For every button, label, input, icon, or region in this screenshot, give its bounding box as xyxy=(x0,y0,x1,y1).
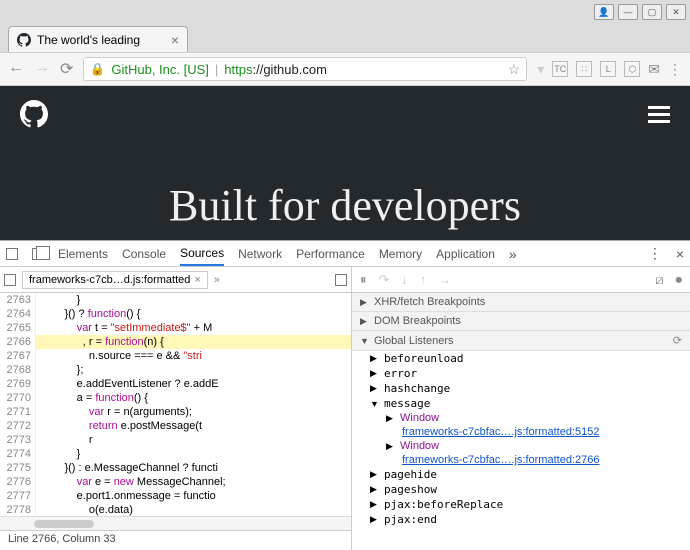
ext-icon[interactable]: ∷ xyxy=(576,61,592,77)
horizontal-scrollbar[interactable] xyxy=(0,516,351,530)
hero-heading: Built for developers xyxy=(0,180,690,231)
navigator-icon[interactable] xyxy=(4,274,16,286)
section-dom[interactable]: ▶DOM Breakpoints xyxy=(352,312,690,331)
step-into-icon[interactable]: ↓ xyxy=(401,272,408,287)
deactivate-bp-icon[interactable]: ⧄ xyxy=(655,272,663,288)
devtools-tabs: Elements Console Sources Network Perform… xyxy=(0,241,690,267)
maximize-button[interactable]: ▢ xyxy=(642,4,662,20)
pause-icon[interactable]: ⏸ xyxy=(360,272,367,288)
github-icon xyxy=(17,33,31,47)
ext-icon[interactable]: L xyxy=(600,61,616,77)
filter-icon[interactable]: ▾ xyxy=(537,61,544,78)
browser-toolbar: ← → ⟳ 🔒 GitHub, Inc. [US] | https://gith… xyxy=(0,52,690,86)
lock-icon: 🔒 xyxy=(90,62,105,76)
tab-application[interactable]: Application xyxy=(436,247,495,261)
file-tab-close-icon[interactable]: × xyxy=(194,274,200,286)
org-label: GitHub, Inc. [US] xyxy=(111,62,209,77)
browser-tabstrip: The world's leading × xyxy=(0,24,690,52)
url-domain: ://github.com xyxy=(252,62,326,77)
section-xhr[interactable]: ▶XHR/fetch Breakpoints xyxy=(352,293,690,312)
refresh-icon[interactable]: ⟳ xyxy=(673,334,682,347)
listener-link[interactable]: frameworks-c7cbfac….js:formatted:5152 xyxy=(352,425,690,439)
url-proto: https xyxy=(224,62,252,77)
reload-button[interactable]: ⟳ xyxy=(60,59,73,79)
step-icon[interactable]: → xyxy=(438,272,451,287)
section-global-listeners[interactable]: ▼Global Listeners⟳ xyxy=(352,331,690,351)
device-icon[interactable] xyxy=(32,248,44,260)
listener-item[interactable]: ▼message xyxy=(352,396,690,411)
tab-close-icon[interactable]: × xyxy=(171,32,179,48)
listener-item[interactable]: ▶pjax:beforeReplace xyxy=(352,497,690,512)
ext-icon[interactable]: TC xyxy=(552,61,568,77)
tab-network[interactable]: Network xyxy=(238,247,282,261)
step-out-icon[interactable]: ↑ xyxy=(420,272,427,287)
extension-icons: ▾ TC ∷ L ⬡ ✉ ⋮ xyxy=(537,61,682,78)
listener-item[interactable]: ▶hashchange xyxy=(352,381,690,396)
browser-tab[interactable]: The world's leading × xyxy=(8,26,188,52)
hamburger-menu-icon[interactable] xyxy=(648,106,670,123)
mail-icon[interactable]: ✉ xyxy=(648,61,660,78)
tab-memory[interactable]: Memory xyxy=(379,247,422,261)
status-bar: Line 2766, Column 33 xyxy=(0,530,351,550)
devtools-panel: Elements Console Sources Network Perform… xyxy=(0,240,690,550)
debugger-controls: ⏸ ↷ ↓ ↑ → ⧄ ⏺ xyxy=(352,267,690,293)
forward-button[interactable]: → xyxy=(34,59,50,79)
inspect-icon[interactable] xyxy=(6,248,18,260)
separator: | xyxy=(215,62,218,77)
file-tab-label: frameworks-c7cb…d.js:formatted xyxy=(29,274,190,286)
code-lines: } }() ? function() { var t = "setImmedia… xyxy=(36,293,351,516)
listener-target[interactable]: ▶Window xyxy=(352,439,690,453)
menu-icon[interactable]: ⋮ xyxy=(668,61,682,78)
page-content: Built for developers xyxy=(0,86,690,240)
close-button[interactable]: ✕ xyxy=(666,4,686,20)
sources-right-panel: ⏸ ↷ ↓ ↑ → ⧄ ⏺ ▶XHR/fetch Breakpoints ▶DO… xyxy=(352,267,690,550)
listeners-list: ▶beforeunload▶error▶hashchange▼message▶W… xyxy=(352,351,690,550)
line-gutter: 2763276427652766276727682769277027712772… xyxy=(0,293,36,516)
tab-elements[interactable]: Elements xyxy=(58,247,108,261)
devtools-menu-icon[interactable]: ⋮ xyxy=(648,245,662,262)
ext-icon[interactable]: ⬡ xyxy=(624,61,640,77)
listener-target[interactable]: ▶Window xyxy=(352,411,690,425)
tab-console[interactable]: Console xyxy=(122,247,166,261)
file-tab[interactable]: frameworks-c7cb…d.js:formatted × xyxy=(22,271,208,289)
listener-item[interactable]: ▶beforeunload xyxy=(352,351,690,366)
window-titlebar: 👤 — ▢ ✕ xyxy=(0,0,690,24)
listener-item[interactable]: ▶pagehide xyxy=(352,467,690,482)
listener-item[interactable]: ▶pageshow xyxy=(352,482,690,497)
step-over-icon[interactable]: ↷ xyxy=(379,272,390,288)
show-debugger-icon[interactable] xyxy=(335,274,347,286)
user-icon[interactable]: 👤 xyxy=(594,4,614,20)
bookmark-icon[interactable]: ☆ xyxy=(508,61,521,78)
pause-exceptions-icon[interactable]: ⏺ xyxy=(676,272,683,288)
listener-link[interactable]: frameworks-c7cbfac….js:formatted:2766 xyxy=(352,453,690,467)
sources-left-panel: frameworks-c7cb…d.js:formatted × » 27632… xyxy=(0,267,352,550)
listener-item[interactable]: ▶error xyxy=(352,366,690,381)
address-bar[interactable]: 🔒 GitHub, Inc. [US] | https://github.com… xyxy=(83,57,527,81)
minimize-button[interactable]: — xyxy=(618,4,638,20)
nav-buttons: ← → ⟳ xyxy=(8,59,73,79)
file-overflow-icon[interactable]: » xyxy=(214,274,220,286)
tab-performance[interactable]: Performance xyxy=(296,247,365,261)
tab-title: The world's leading xyxy=(37,33,140,47)
back-button[interactable]: ← xyxy=(8,59,24,79)
tabs-overflow-icon[interactable]: » xyxy=(509,246,517,262)
tab-sources[interactable]: Sources xyxy=(180,246,224,266)
code-view[interactable]: 2763276427652766276727682769277027712772… xyxy=(0,293,351,516)
devtools-close-icon[interactable]: × xyxy=(676,246,684,262)
listener-item[interactable]: ▶pjax:end xyxy=(352,512,690,527)
github-logo-icon[interactable] xyxy=(20,100,48,128)
